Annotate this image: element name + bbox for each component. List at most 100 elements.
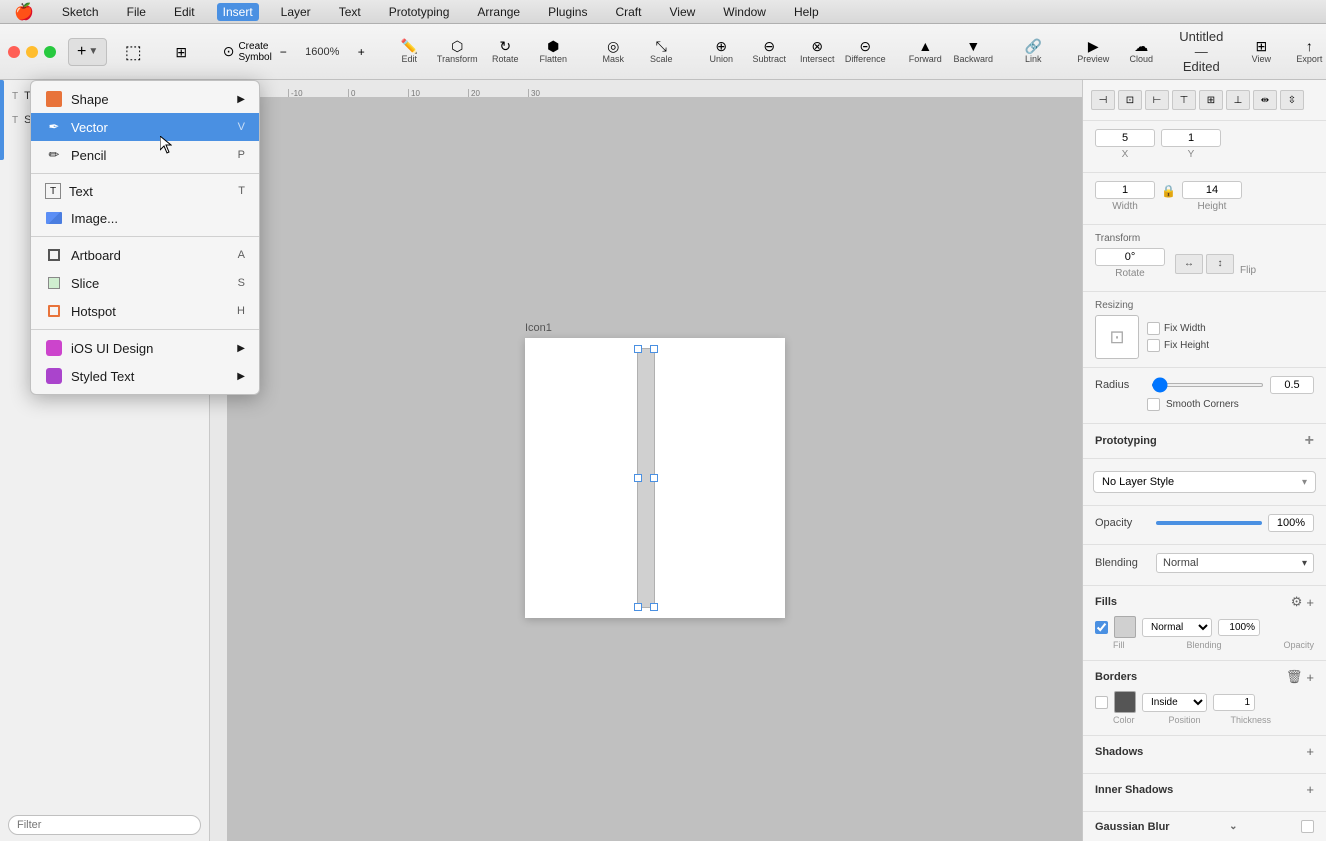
border-thickness-input[interactable]: [1213, 694, 1255, 711]
borders-trash-btn[interactable]: 🗑: [1286, 669, 1303, 685]
dropdown-item-pencil[interactable]: ✏ Pencil P: [31, 141, 259, 169]
dropdown-item-hotspot[interactable]: Hotspot H: [31, 297, 259, 325]
lock-ratio-btn[interactable]: 🔒: [1161, 184, 1176, 198]
rotate-input[interactable]: [1095, 248, 1165, 266]
fills-gear-btn[interactable]: ⚙: [1291, 594, 1303, 610]
size-height-input[interactable]: [1182, 181, 1242, 199]
backward-btn[interactable]: ▼ Backward: [951, 35, 995, 68]
resizing-diagram[interactable]: ⊡: [1095, 315, 1139, 359]
scale-btn[interactable]: ⤡ Scale: [639, 35, 683, 68]
menu-plugins[interactable]: Plugins: [542, 3, 593, 21]
dropdown-item-artboard[interactable]: Artboard A: [31, 241, 259, 269]
layer-style-dropdown[interactable]: No Layer Style ▾: [1093, 471, 1316, 493]
difference-btn[interactable]: ⊝ Difference: [843, 35, 887, 68]
flip-h-btn[interactable]: ↔: [1175, 254, 1203, 274]
dropdown-item-text[interactable]: T Text T: [31, 178, 259, 204]
radius-value-input[interactable]: [1270, 376, 1314, 394]
edit-btn[interactable]: ✏️ Edit: [387, 35, 431, 68]
dropdown-item-ios-ui[interactable]: iOS UI Design ▶: [31, 334, 259, 362]
prototyping-add-btn[interactable]: +: [1305, 432, 1314, 450]
dropdown-item-styled-text[interactable]: Styled Text ▶: [31, 362, 259, 390]
zoom-in-btn[interactable]: +: [351, 41, 371, 63]
menu-file[interactable]: File: [121, 3, 152, 21]
fix-width-checkbox[interactable]: [1147, 322, 1160, 335]
position-y-input[interactable]: 1: [1161, 129, 1221, 147]
preview-btn[interactable]: ▶ Preview: [1071, 35, 1115, 68]
handle-bottom-right[interactable]: [650, 603, 658, 611]
border-position-select[interactable]: Inside: [1142, 693, 1207, 712]
cloud-btn[interactable]: ☁ Cloud: [1119, 35, 1163, 68]
mask-btn[interactable]: ◎ Mask: [591, 35, 635, 68]
gaussian-blur-checkbox[interactable]: [1301, 820, 1314, 833]
menu-prototyping[interactable]: Prototyping: [383, 3, 456, 21]
handle-mid-right[interactable]: [650, 474, 658, 482]
dist-v-btn[interactable]: ⇳: [1280, 90, 1304, 110]
border-enabled-checkbox[interactable]: [1095, 696, 1108, 709]
align-bottom-btn[interactable]: ⊥: [1226, 90, 1250, 110]
fix-height-checkbox[interactable]: [1147, 339, 1160, 352]
menu-view[interactable]: View: [663, 3, 701, 21]
menu-edit[interactable]: Edit: [168, 3, 201, 21]
menu-layer[interactable]: Layer: [275, 3, 317, 21]
view-btn[interactable]: ⊞ View: [1239, 35, 1283, 68]
forward-btn[interactable]: ▲ Forward: [903, 35, 947, 68]
handle-top-left[interactable]: [634, 345, 642, 353]
maximize-button[interactable]: [44, 46, 56, 58]
union-btn[interactable]: ⊕ Union: [699, 35, 743, 68]
flip-v-btn[interactable]: ↕: [1206, 254, 1234, 274]
fills-add-btn[interactable]: +: [1306, 594, 1314, 610]
position-x-input[interactable]: 5: [1095, 129, 1155, 147]
gaussian-blur-chevron-icon[interactable]: ⌄: [1229, 821, 1237, 832]
fill-blend-select[interactable]: Normal: [1142, 618, 1212, 637]
export-btn[interactable]: ↑ Export: [1287, 35, 1326, 68]
shadows-add-btn[interactable]: +: [1306, 744, 1314, 759]
rotate-btn[interactable]: ↻ Rotate: [483, 35, 527, 68]
fill-enabled-checkbox[interactable]: [1095, 621, 1108, 634]
dropdown-item-slice[interactable]: Slice S: [31, 269, 259, 297]
inner-shadows-add-btn[interactable]: +: [1306, 782, 1314, 797]
link-btn[interactable]: 🔗 Link: [1011, 35, 1055, 68]
radius-slider[interactable]: [1151, 383, 1264, 387]
size-width-input[interactable]: [1095, 181, 1155, 199]
canvas-work[interactable]: Icon1: [228, 98, 1082, 841]
dist-h-btn[interactable]: ⇹: [1253, 90, 1277, 110]
handle-bottom-left[interactable]: [634, 603, 642, 611]
opacity-slider[interactable]: [1156, 521, 1262, 525]
menu-window[interactable]: Window: [717, 3, 772, 21]
artboard[interactable]: [525, 338, 785, 618]
dropdown-item-vector[interactable]: ✒ Vector V: [31, 113, 259, 141]
align-center-v-btn[interactable]: ⊞: [1199, 90, 1223, 110]
handle-mid-left[interactable]: [634, 474, 642, 482]
menu-help[interactable]: Help: [788, 3, 825, 21]
apple-menu[interactable]: 🍎: [8, 0, 40, 24]
filter-input[interactable]: [8, 815, 201, 835]
transform-btn[interactable]: ⬡ Transform: [435, 35, 479, 68]
align-right-btn[interactable]: ⊢: [1145, 90, 1169, 110]
close-button[interactable]: [8, 46, 20, 58]
canvas-area[interactable]: -20 -10 0 10 20 30 10 20 Icon1: [210, 80, 1082, 841]
opacity-value-input[interactable]: [1268, 514, 1314, 532]
create-symbol-btn[interactable]: ⊙ Create Symbol: [225, 37, 269, 67]
blending-dropdown[interactable]: Normal ▾: [1156, 553, 1314, 573]
dropdown-item-shape[interactable]: Shape ▶: [31, 85, 259, 113]
menu-arrange[interactable]: Arrange: [471, 3, 526, 21]
menu-text[interactable]: Text: [333, 3, 367, 21]
borders-add-btn[interactable]: +: [1306, 669, 1314, 685]
align-center-h-btn[interactable]: ⊡: [1118, 90, 1142, 110]
menu-insert[interactable]: Insert: [217, 3, 259, 21]
minimize-button[interactable]: [26, 46, 38, 58]
handle-top-right[interactable]: [650, 345, 658, 353]
create-symbol-tool[interactable]: ⊞: [159, 41, 203, 63]
smooth-corners-checkbox[interactable]: [1147, 398, 1160, 411]
border-color-swatch[interactable]: [1114, 691, 1136, 713]
dropdown-item-image[interactable]: Image...: [31, 204, 259, 232]
menu-sketch[interactable]: Sketch: [56, 3, 105, 21]
intersect-btn[interactable]: ⊗ Intersect: [795, 35, 839, 68]
subtract-btn[interactable]: ⊖ Subtract: [747, 35, 791, 68]
flatten-btn[interactable]: ⬢ Flatten: [531, 35, 575, 68]
menu-craft[interactable]: Craft: [609, 3, 647, 21]
fill-color-swatch[interactable]: [1114, 616, 1136, 638]
align-left-btn[interactable]: ⊣: [1091, 90, 1115, 110]
select-tool[interactable]: ⬚: [111, 39, 155, 65]
align-top-btn[interactable]: ⊤: [1172, 90, 1196, 110]
